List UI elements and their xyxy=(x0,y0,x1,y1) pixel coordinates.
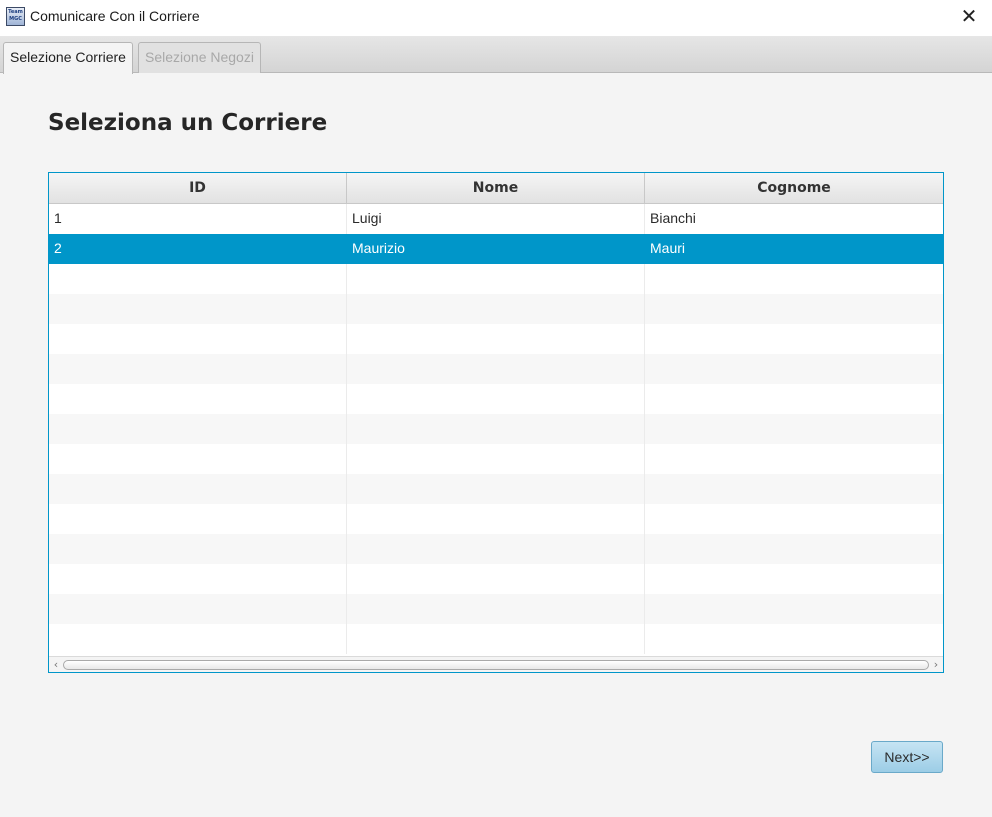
table-header: ID Nome Cognome xyxy=(49,173,943,204)
cell-cognome[interactable] xyxy=(645,444,943,474)
table-row[interactable] xyxy=(49,414,943,444)
table-row[interactable] xyxy=(49,354,943,384)
cell-id[interactable]: 2 xyxy=(49,234,347,264)
cell-id[interactable] xyxy=(49,534,347,564)
cell-nome[interactable] xyxy=(347,294,645,324)
scroll-right-icon[interactable]: › xyxy=(931,657,941,672)
cell-cognome[interactable] xyxy=(645,354,943,384)
cell-nome[interactable] xyxy=(347,534,645,564)
cell-nome[interactable] xyxy=(347,414,645,444)
cell-cognome[interactable] xyxy=(645,624,943,654)
cell-cognome[interactable]: Bianchi xyxy=(645,204,943,234)
scroll-left-icon[interactable]: ‹ xyxy=(51,657,61,672)
horizontal-scrollbar[interactable]: ‹ › xyxy=(49,656,943,672)
cell-nome[interactable] xyxy=(347,324,645,354)
table-row[interactable] xyxy=(49,474,943,504)
tab-bar: Selezione Corriere Selezione Negozi xyxy=(0,36,992,74)
cell-id[interactable] xyxy=(49,564,347,594)
close-icon[interactable]: ✕ xyxy=(946,0,992,34)
table-row[interactable] xyxy=(49,504,943,534)
table-body: 1 Luigi Bianchi 2 Maurizio Mauri xyxy=(49,204,943,654)
cell-id[interactable] xyxy=(49,444,347,474)
table-row[interactable] xyxy=(49,564,943,594)
cell-id[interactable] xyxy=(49,594,347,624)
cell-cognome[interactable]: Mauri xyxy=(645,234,943,264)
cell-cognome[interactable] xyxy=(645,564,943,594)
app-icon: Team MGC xyxy=(6,7,25,26)
table-row[interactable]: 2 Maurizio Mauri xyxy=(49,234,943,264)
cell-nome[interactable]: Luigi xyxy=(347,204,645,234)
cell-id[interactable] xyxy=(49,474,347,504)
cell-id[interactable]: 1 xyxy=(49,204,347,234)
table-row[interactable] xyxy=(49,534,943,564)
cell-cognome[interactable] xyxy=(645,534,943,564)
page-title: Seleziona un Corriere xyxy=(48,110,328,136)
table-row[interactable] xyxy=(49,324,943,354)
cell-id[interactable] xyxy=(49,324,347,354)
table-row[interactable]: 1 Luigi Bianchi xyxy=(49,204,943,234)
cell-id[interactable] xyxy=(49,294,347,324)
cell-cognome[interactable] xyxy=(645,384,943,414)
table-row[interactable] xyxy=(49,594,943,624)
tab-selezione-corriere[interactable]: Selezione Corriere xyxy=(3,42,133,74)
cell-nome[interactable] xyxy=(347,624,645,654)
cell-nome[interactable] xyxy=(347,504,645,534)
cell-nome[interactable] xyxy=(347,384,645,414)
cell-nome[interactable] xyxy=(347,444,645,474)
cell-cognome[interactable] xyxy=(645,594,943,624)
title-bar: Team MGC Comunicare Con il Corriere ✕ xyxy=(0,0,992,36)
cell-nome[interactable] xyxy=(347,474,645,504)
tab-selezione-negozi[interactable]: Selezione Negozi xyxy=(138,42,261,73)
table-row[interactable] xyxy=(49,624,943,654)
cell-nome[interactable] xyxy=(347,264,645,294)
column-header-cognome[interactable]: Cognome xyxy=(645,173,943,203)
cell-nome[interactable] xyxy=(347,354,645,384)
table-row[interactable] xyxy=(49,444,943,474)
cell-nome[interactable] xyxy=(347,594,645,624)
cell-cognome[interactable] xyxy=(645,474,943,504)
cell-cognome[interactable] xyxy=(645,264,943,294)
scrollbar-thumb[interactable] xyxy=(63,660,929,670)
cell-nome[interactable]: Maurizio xyxy=(347,234,645,264)
cell-cognome[interactable] xyxy=(645,324,943,354)
cell-id[interactable] xyxy=(49,504,347,534)
cell-id[interactable] xyxy=(49,414,347,444)
cell-cognome[interactable] xyxy=(645,294,943,324)
window-title: Comunicare Con il Corriere xyxy=(30,8,200,24)
column-header-nome[interactable]: Nome xyxy=(347,173,645,203)
cell-cognome[interactable] xyxy=(645,414,943,444)
next-button[interactable]: Next>> xyxy=(871,741,943,773)
cell-id[interactable] xyxy=(49,354,347,384)
cell-id[interactable] xyxy=(49,624,347,654)
column-header-id[interactable]: ID xyxy=(49,173,347,203)
table-row[interactable] xyxy=(49,264,943,294)
cell-id[interactable] xyxy=(49,264,347,294)
couriers-table[interactable]: ID Nome Cognome 1 Luigi Bianchi 2 Maurizio Ma… xyxy=(48,172,944,673)
cell-id[interactable] xyxy=(49,384,347,414)
cell-nome[interactable] xyxy=(347,564,645,594)
table-row[interactable] xyxy=(49,294,943,324)
cell-cognome[interactable] xyxy=(645,504,943,534)
table-row[interactable] xyxy=(49,384,943,414)
